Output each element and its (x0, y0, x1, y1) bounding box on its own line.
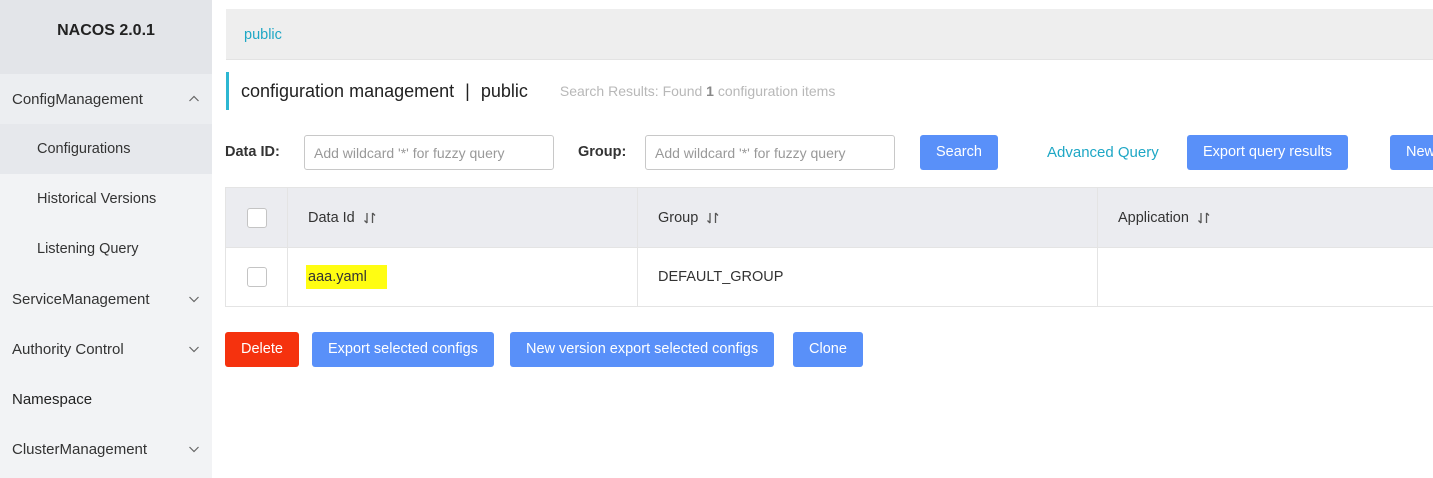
title-separator: | (465, 80, 470, 101)
sort-icon[interactable] (1197, 211, 1211, 225)
data-id-value: aaa.yaml (306, 265, 387, 289)
namespace-link-public[interactable]: public (244, 27, 282, 43)
sidebar-item-cluster-management[interactable]: ClusterManagement (0, 424, 212, 474)
sidebar-item-config-management[interactable]: ConfigManagement (0, 74, 212, 124)
row-select-cell (226, 248, 288, 306)
cell-application (1098, 248, 1433, 306)
sidebar-item-label: Namespace (12, 390, 93, 408)
sidebar-item-configurations[interactable]: Configurations (0, 124, 212, 174)
row-checkbox[interactable] (246, 267, 267, 287)
table-header: Data Id Group Application (226, 188, 1433, 248)
column-header-group[interactable]: Group (638, 188, 1098, 247)
export-query-results-button[interactable]: Export query results (1187, 135, 1348, 170)
page-title: configuration management (241, 80, 455, 101)
cell-data-id: aaa.yaml (288, 248, 638, 306)
column-header-label: Data Id (308, 209, 355, 226)
search-result-count: 1 (706, 83, 714, 99)
select-all-checkbox[interactable] (246, 207, 267, 228)
search-result-prefix: Search Results: Found (559, 83, 703, 99)
header-select-cell (226, 188, 288, 247)
title-accent-bar (226, 72, 229, 110)
sidebar-item-label: Configurations (37, 141, 131, 157)
column-header-data-id[interactable]: Data Id (288, 188, 638, 247)
sidebar-item-label: ServiceManagement (12, 290, 150, 308)
chevron-up-icon (188, 93, 200, 105)
sidebar-item-label: Listening Query (37, 241, 139, 257)
sidebar-item-listening-query[interactable]: Listening Query (0, 224, 212, 274)
sort-icon[interactable] (363, 211, 377, 225)
sidebar-item-label: ConfigManagement (12, 90, 143, 108)
namespace-bar: public (226, 9, 1433, 60)
column-header-application[interactable]: Application (1098, 188, 1433, 247)
chevron-down-icon (188, 293, 200, 305)
main-content: public configuration management | public… (212, 0, 1433, 478)
export-selected-button[interactable]: Export selected configs (312, 332, 494, 367)
sidebar-item-label: Historical Versions (37, 191, 157, 207)
sidebar-item-service-management[interactable]: ServiceManagement (0, 274, 212, 324)
sidebar-item-label: Authority Control (12, 340, 124, 358)
cell-group: DEFAULT_GROUP (638, 248, 1098, 306)
sort-icon[interactable] (706, 211, 720, 225)
bulk-actions: Delete Export selected configs New versi… (225, 332, 1125, 367)
group-value: DEFAULT_GROUP (658, 269, 784, 285)
column-header-label: Application (1118, 209, 1189, 226)
data-id-input[interactable] (304, 135, 554, 170)
chevron-down-icon (188, 343, 200, 355)
search-button[interactable]: Search (920, 135, 998, 170)
sidebar-item-historical-versions[interactable]: Historical Versions (0, 174, 212, 224)
filter-bar: Data ID: Group: Search Advanced Query Ex… (225, 135, 1433, 170)
brand-logo-text: NACOS 2.0.1 (0, 0, 212, 74)
sidebar-item-authority-control[interactable]: Authority Control (0, 324, 212, 374)
config-table: Data Id Group Application aaa.yaml DEFAU… (225, 187, 1433, 307)
sidebar-item-label: ClusterManagement (12, 440, 148, 458)
column-header-label: Group (658, 209, 699, 226)
sidebar-item-namespace[interactable]: Namespace (0, 374, 212, 424)
data-id-label: Data ID: (225, 144, 280, 160)
delete-button[interactable]: Delete (225, 332, 299, 367)
chevron-down-icon (188, 443, 200, 455)
table-row[interactable]: aaa.yaml DEFAULT_GROUP (226, 248, 1433, 306)
new-version-export-button[interactable]: New version export selected configs (510, 332, 775, 367)
group-label: Group: (578, 144, 627, 160)
clone-button[interactable]: Clone (793, 332, 863, 367)
page-header: configuration management | public Search… (226, 72, 835, 110)
search-result-suffix: configuration items (717, 83, 836, 99)
sidebar: NACOS 2.0.1 ConfigManagement Configurati… (0, 0, 212, 478)
page-namespace: public (480, 80, 528, 101)
group-input[interactable] (645, 135, 895, 170)
search-result-summary: Search Results: Found 1 configuration it… (560, 83, 836, 99)
new-config-button[interactable]: New (1390, 135, 1433, 170)
advanced-query-link[interactable]: Advanced Query (1047, 135, 1159, 170)
